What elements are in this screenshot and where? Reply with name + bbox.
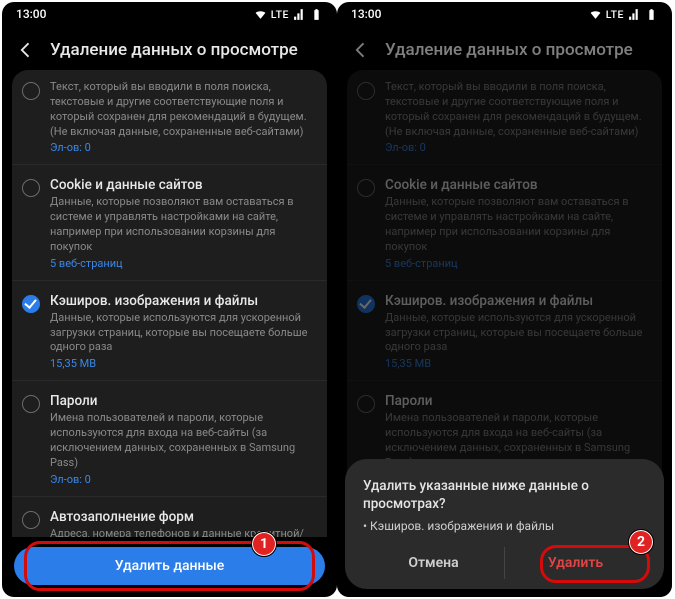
radio-checked[interactable] bbox=[22, 295, 40, 313]
options-card: Текст, который вы вводили в поля поиска,… bbox=[347, 70, 662, 496]
option-row[interactable]: Cookie и данные сайтов Данные, которые п… bbox=[12, 165, 327, 280]
battery-icon bbox=[645, 8, 658, 21]
option-row[interactable]: Текст, который вы вводили в поля поиска,… bbox=[12, 70, 327, 165]
screen-header: Удаление данных о просмотре bbox=[337, 26, 672, 70]
option-meta: Эл-ов: 0 bbox=[50, 141, 313, 154]
option-title: Cookie и данные сайтов bbox=[385, 177, 648, 193]
annotation-badge-1: 1 bbox=[251, 531, 277, 557]
radio-checked bbox=[357, 295, 375, 313]
back-icon bbox=[351, 40, 371, 60]
option-desc: Данные, которые используются для ускорен… bbox=[385, 311, 648, 356]
option-desc: Текст, который вы вводили в поля поиска,… bbox=[385, 80, 648, 139]
radio-unchecked bbox=[357, 82, 375, 100]
network-label: LTE bbox=[271, 8, 289, 21]
status-icons: LTE bbox=[589, 8, 658, 21]
confirm-button[interactable]: Удалить bbox=[505, 547, 646, 579]
option-desc: Данные, которые позволяют вам оставаться… bbox=[385, 195, 648, 254]
annotation-badge-2: 2 bbox=[628, 529, 654, 555]
dialog-title: Удалить указанные ниже данные о просмотр… bbox=[363, 477, 646, 513]
battery-icon bbox=[310, 8, 323, 21]
dialog-item: • Кэширов. изображения и файлы bbox=[363, 519, 646, 533]
page-title: Удаление данных о просмотре bbox=[50, 40, 298, 60]
network-label: LTE bbox=[606, 8, 624, 21]
wifi-icon bbox=[254, 8, 267, 21]
option-meta: 5 веб-страниц bbox=[385, 257, 648, 270]
option-title: Кэширов. изображения и файлы bbox=[385, 293, 648, 309]
option-row[interactable]: Кэширов. изображения и файлы Данные, кот… bbox=[12, 281, 327, 382]
radio-unchecked bbox=[357, 179, 375, 197]
clock: 13:00 bbox=[351, 7, 381, 21]
cancel-button[interactable]: Отмена bbox=[363, 547, 505, 579]
option-title: Автозаполнение форм bbox=[50, 509, 313, 525]
delete-button[interactable]: Удалить данные bbox=[14, 547, 325, 585]
content-area: Текст, который вы вводили в поля поиска,… bbox=[2, 70, 337, 537]
option-row: Кэширов. изображения и файлы Данные, кот… bbox=[347, 281, 662, 382]
back-icon[interactable] bbox=[16, 40, 36, 60]
signal-icon bbox=[293, 8, 306, 21]
option-meta: 15,35 MB bbox=[50, 357, 313, 370]
status-bar: 13:00 LTE bbox=[337, 2, 672, 26]
radio-unchecked[interactable] bbox=[22, 395, 40, 413]
option-title: Кэширов. изображения и файлы bbox=[50, 293, 313, 309]
option-row[interactable]: Автозаполнение форм Адреса, номера телеф… bbox=[12, 497, 327, 537]
options-card: Текст, который вы вводили в поля поиска,… bbox=[12, 70, 327, 537]
option-desc: Имена пользователей и пароли, которые ис… bbox=[50, 411, 313, 470]
footer: Удалить данные bbox=[2, 537, 337, 597]
signal-icon bbox=[628, 8, 641, 21]
clock: 13:00 bbox=[16, 7, 46, 21]
option-title: Cookie и данные сайтов bbox=[50, 177, 313, 193]
page-title: Удаление данных о просмотре bbox=[385, 40, 633, 60]
option-desc: Данные, которые используются для ускорен… bbox=[50, 311, 313, 356]
option-desc: Текст, который вы вводили в поля поиска,… bbox=[50, 80, 313, 139]
option-meta: Эл-ов: 0 bbox=[50, 473, 313, 486]
option-meta: Эл-ов: 0 bbox=[385, 141, 648, 154]
option-desc: Данные, которые позволяют вам оставаться… bbox=[50, 195, 313, 254]
radio-unchecked[interactable] bbox=[22, 511, 40, 529]
screen-header: Удаление данных о просмотре bbox=[2, 26, 337, 70]
phone-right: 13:00 LTE Удаление данных о просмотре Те… bbox=[337, 2, 672, 597]
status-bar: 13:00 LTE bbox=[2, 2, 337, 26]
radio-unchecked[interactable] bbox=[22, 82, 40, 100]
wifi-icon bbox=[589, 8, 602, 21]
option-row: Текст, который вы вводили в поля поиска,… bbox=[347, 70, 662, 165]
status-icons: LTE bbox=[254, 8, 323, 21]
phone-left: 13:00 LTE Удаление данных о просмотре Те… bbox=[2, 2, 337, 597]
option-row[interactable]: Пароли Имена пользователей и пароли, кот… bbox=[12, 381, 327, 496]
dialog-actions: Отмена Удалить bbox=[363, 547, 646, 579]
option-meta: 5 веб-страниц bbox=[50, 257, 313, 270]
option-row: Cookie и данные сайтов Данные, которые п… bbox=[347, 165, 662, 280]
confirm-dialog: Удалить указанные ниже данные о просмотр… bbox=[345, 459, 664, 589]
radio-unchecked bbox=[357, 395, 375, 413]
option-title: Пароли bbox=[385, 393, 648, 409]
option-meta: 15,35 MB bbox=[385, 357, 648, 370]
radio-unchecked[interactable] bbox=[22, 179, 40, 197]
option-title: Пароли bbox=[50, 393, 313, 409]
